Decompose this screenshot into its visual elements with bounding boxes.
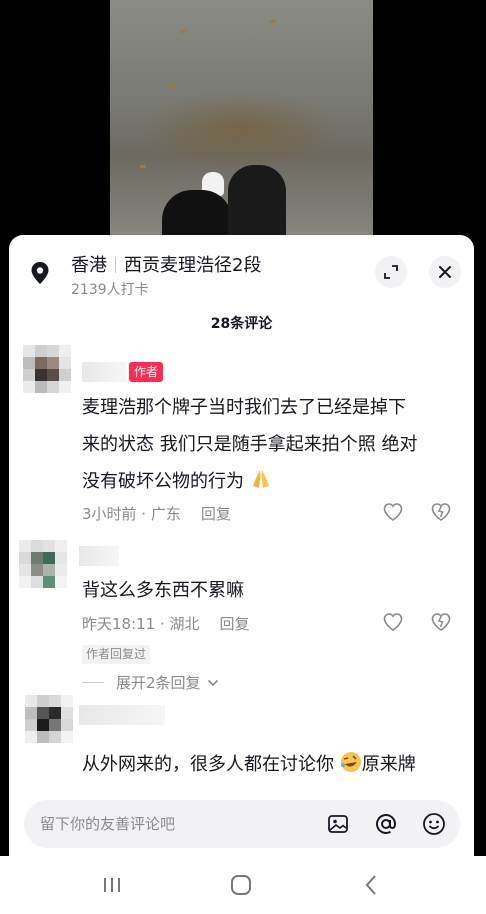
recents-icon[interactable] bbox=[100, 874, 124, 896]
comment-input[interactable]: 留下你的友善评论吧 bbox=[24, 800, 460, 848]
location-title[interactable]: 香港 西贡麦理浩径2段 bbox=[71, 251, 261, 277]
back-icon[interactable] bbox=[360, 874, 384, 896]
expand-replies-label: 展开2条回复 bbox=[116, 674, 201, 692]
avatar[interactable] bbox=[23, 345, 71, 393]
emoji-icon[interactable] bbox=[422, 812, 446, 836]
video-preview[interactable] bbox=[110, 0, 373, 250]
comment-text: 背这么多东西不累嘛 bbox=[82, 572, 457, 609]
location-checkins: 2139人打卡 bbox=[71, 282, 149, 298]
praying-hands-emoji-icon bbox=[252, 470, 269, 488]
expand-icon bbox=[384, 265, 398, 279]
comment-time-location: 3小时前 · 广东 bbox=[82, 505, 181, 523]
comment-line: 来的状态 我们只是随手拿起来拍个照 绝对 bbox=[82, 434, 418, 455]
dislike-icon[interactable] bbox=[430, 501, 452, 523]
location-place: 西贡麦理浩径2段 bbox=[124, 255, 262, 276]
comment-line: 麦理浩那个牌子当时我们去了已经是掉下 bbox=[82, 397, 406, 418]
comment-meta: 3小时前 · 广东 回复 bbox=[82, 503, 231, 524]
system-nav-bar bbox=[0, 856, 486, 914]
heart-icon[interactable] bbox=[382, 501, 404, 523]
expand-dash bbox=[82, 682, 104, 683]
chevron-down-icon bbox=[208, 679, 219, 687]
image-icon[interactable] bbox=[326, 812, 350, 836]
comment-text: 麦理浩那个牌子当时我们去了已经是掉下 来的状态 我们只是随手拿起来拍个照 绝对 … bbox=[82, 389, 457, 500]
comment-input-placeholder: 留下你的友善评论吧 bbox=[40, 815, 176, 833]
close-icon bbox=[439, 266, 451, 278]
comment-text: 从外网来的，很多人都在讨论你 原来牌 bbox=[82, 746, 457, 783]
home-icon[interactable] bbox=[229, 874, 253, 896]
comment-line: 原来牌 bbox=[361, 754, 416, 775]
video-leaf bbox=[180, 30, 186, 33]
avatar[interactable] bbox=[25, 695, 73, 743]
video-leaf bbox=[140, 165, 146, 168]
rofl-face-emoji-icon bbox=[340, 752, 361, 772]
comment-line: 背这么多东西不累嘛 bbox=[82, 580, 244, 601]
avatar[interactable] bbox=[19, 540, 67, 588]
reply-button[interactable]: 回复 bbox=[201, 505, 231, 523]
comment-sheet: 香港 西贡麦理浩径2段 2139人打卡 28条评论 作者 麦理浩那个牌子当时我们去… bbox=[9, 235, 474, 914]
location-city: 香港 bbox=[71, 255, 107, 276]
close-button[interactable] bbox=[429, 256, 461, 288]
comment-line: 没有破坏公物的行为 bbox=[82, 463, 457, 500]
video-puddle bbox=[140, 90, 340, 170]
author-replied-badge: 作者回复过 bbox=[82, 645, 151, 664]
author-tag: 作者 bbox=[129, 362, 164, 382]
comment-line-text: 没有破坏公物的行为 bbox=[82, 471, 244, 492]
comment-line: 从外网来的，很多人都在讨论你 bbox=[82, 754, 334, 775]
username-blurred[interactable] bbox=[79, 705, 165, 725]
comment-time-location: 昨天18:11 · 湖北 bbox=[82, 615, 200, 633]
expand-button[interactable] bbox=[375, 256, 407, 288]
comment-count: 28条评论 bbox=[210, 316, 273, 332]
dislike-icon[interactable] bbox=[430, 611, 452, 633]
location-pin-icon bbox=[31, 262, 49, 284]
heart-icon[interactable] bbox=[382, 611, 404, 633]
video-leaf bbox=[270, 20, 276, 23]
comment-meta: 昨天18:11 · 湖北 回复 bbox=[82, 613, 250, 634]
video-leaf bbox=[170, 85, 176, 88]
username-blurred[interactable] bbox=[82, 362, 126, 382]
at-icon[interactable] bbox=[374, 812, 398, 836]
username-blurred[interactable] bbox=[79, 546, 119, 566]
location-separator bbox=[115, 257, 116, 273]
reply-button[interactable]: 回复 bbox=[220, 615, 250, 633]
expand-replies-button[interactable]: 展开2条回复 bbox=[82, 672, 219, 693]
